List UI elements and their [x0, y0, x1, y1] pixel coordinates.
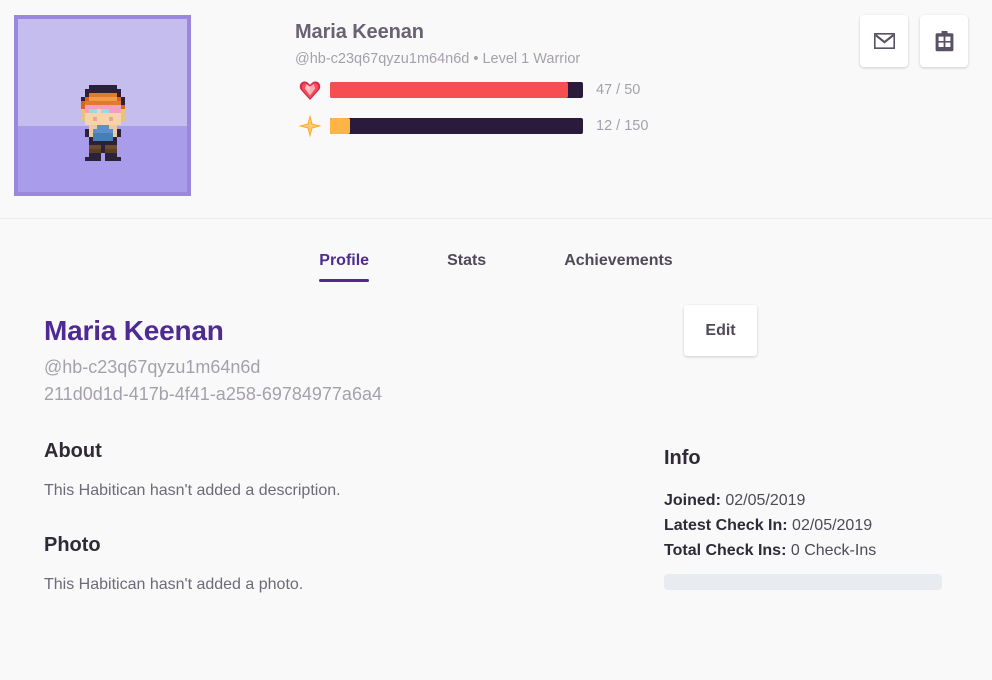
- tab-profile[interactable]: Profile: [319, 252, 369, 282]
- star-sparkle-icon: [295, 114, 325, 138]
- envelope-icon: [873, 33, 895, 49]
- info-key-total-check-ins: Total Check Ins:: [664, 542, 787, 559]
- photo-text: This Habitican hasn't added a photo.: [44, 576, 304, 593]
- profile-side-column: Edit Info Joined: 02/05/2019 Latest Chec…: [664, 305, 956, 596]
- info-key-latest-check-in: Latest Check In:: [664, 517, 788, 534]
- header-display-name: Maria Keenan: [295, 21, 424, 43]
- clipboard-grid-icon: [935, 30, 954, 52]
- profile-body: Maria Keenan @hb-c23q67qyzu1m64n6d 211d0…: [0, 282, 992, 596]
- experience-bar-label: 12 / 150: [596, 118, 649, 134]
- experience-bar-row: 12 / 150: [295, 111, 812, 141]
- avatar[interactable]: [14, 15, 191, 196]
- info-heading: Info: [664, 447, 701, 469]
- heart-gem-icon: [295, 80, 325, 101]
- edit-button[interactable]: Edit: [684, 305, 757, 356]
- pixel-character-avatar-sprite: [80, 85, 125, 162]
- profile-display-name: Maria Keenan: [44, 315, 224, 346]
- experience-bar-fill: [330, 118, 351, 134]
- experience-bar-track: [330, 118, 583, 134]
- tab-achievements[interactable]: Achievements: [564, 252, 673, 282]
- about-text: This Habitican hasn't added a descriptio…: [44, 482, 341, 499]
- send-message-button[interactable]: [860, 15, 908, 67]
- tab-stats[interactable]: Stats: [447, 252, 486, 282]
- header-subline: @hb-c23q67qyzu1m64n6d • Level 1 Warrior: [295, 51, 581, 67]
- info-row-latest-check-in: Latest Check In: 02/05/2019: [664, 513, 956, 538]
- health-bar-row: 47 / 50: [295, 75, 812, 105]
- info-list: Joined: 02/05/2019 Latest Check In: 02/0…: [664, 488, 956, 563]
- health-bar-fill: [330, 82, 568, 98]
- info-row-total-check-ins: Total Check Ins: 0 Check-Ins: [664, 538, 956, 563]
- info-placeholder-bar: [664, 574, 942, 590]
- about-heading: About: [44, 440, 102, 462]
- profile-main-column: Maria Keenan @hb-c23q67qyzu1m64n6d 211d0…: [44, 314, 634, 596]
- health-bar-track: [330, 82, 583, 98]
- info-value-total-check-ins: 0 Check-Ins: [790, 542, 877, 559]
- photo-heading: Photo: [44, 534, 101, 556]
- info-key-joined: Joined:: [664, 492, 721, 509]
- profile-user-id: 211d0d1d-417b-4f41-a258-69784977a6a4: [44, 384, 382, 404]
- profile-header: Maria Keenan @hb-c23q67qyzu1m64n6d • Lev…: [0, 0, 992, 219]
- info-value-joined: 02/05/2019: [725, 492, 806, 509]
- profile-tabs: Profile Stats Achievements: [0, 219, 992, 282]
- header-user-info: Maria Keenan @hb-c23q67qyzu1m64n6d • Lev…: [295, 18, 812, 141]
- add-to-party-button[interactable]: [920, 15, 968, 67]
- header-actions: [860, 15, 968, 67]
- info-row-joined: Joined: 02/05/2019: [664, 488, 956, 513]
- profile-username: @hb-c23q67qyzu1m64n6d: [44, 357, 261, 377]
- info-value-latest-check-in: 02/05/2019: [792, 517, 873, 534]
- health-bar-label: 47 / 50: [596, 82, 641, 98]
